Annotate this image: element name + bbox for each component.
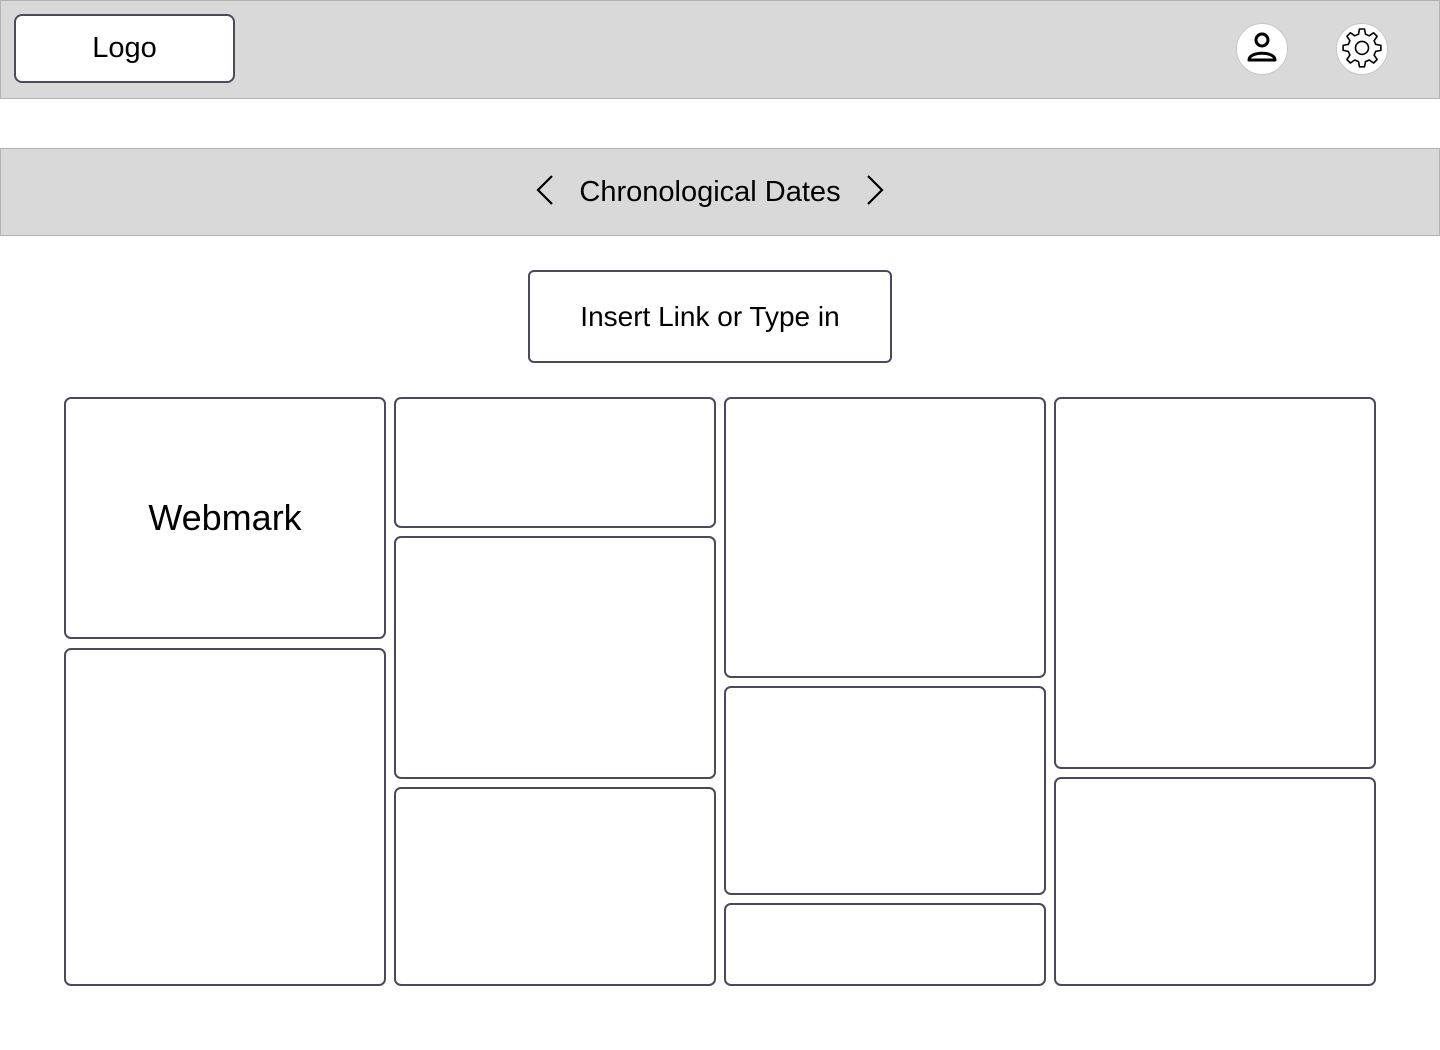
bookmark-card[interactable] [1054, 397, 1376, 769]
next-date-button[interactable] [862, 174, 888, 210]
bookmark-card[interactable] [394, 397, 716, 528]
insert-link-placeholder: Insert Link or Type in [580, 300, 840, 332]
chevron-left-icon [534, 173, 556, 212]
bookmark-card[interactable] [724, 397, 1046, 678]
gear-icon [1340, 25, 1384, 74]
settings-button[interactable] [1336, 23, 1388, 75]
insert-link-input[interactable]: Insert Link or Type in [528, 270, 892, 363]
bookmark-card[interactable] [724, 686, 1046, 895]
user-icon [1244, 29, 1280, 70]
chevron-right-icon [864, 173, 886, 212]
bookmark-card[interactable] [724, 903, 1046, 986]
bookmark-card[interactable] [394, 536, 716, 779]
logo-button[interactable]: Logo [14, 14, 235, 83]
bookmark-card[interactable]: Webmark [64, 397, 386, 639]
user-profile-button[interactable] [1236, 23, 1288, 75]
bookmark-card[interactable] [64, 648, 386, 986]
previous-date-button[interactable] [532, 174, 558, 210]
date-nav-title: Chronological Dates [579, 175, 841, 208]
bookmark-card[interactable] [1054, 777, 1376, 986]
card-label: Webmark [148, 497, 302, 538]
logo-label: Logo [92, 32, 157, 64]
bookmark-card[interactable] [394, 787, 716, 986]
